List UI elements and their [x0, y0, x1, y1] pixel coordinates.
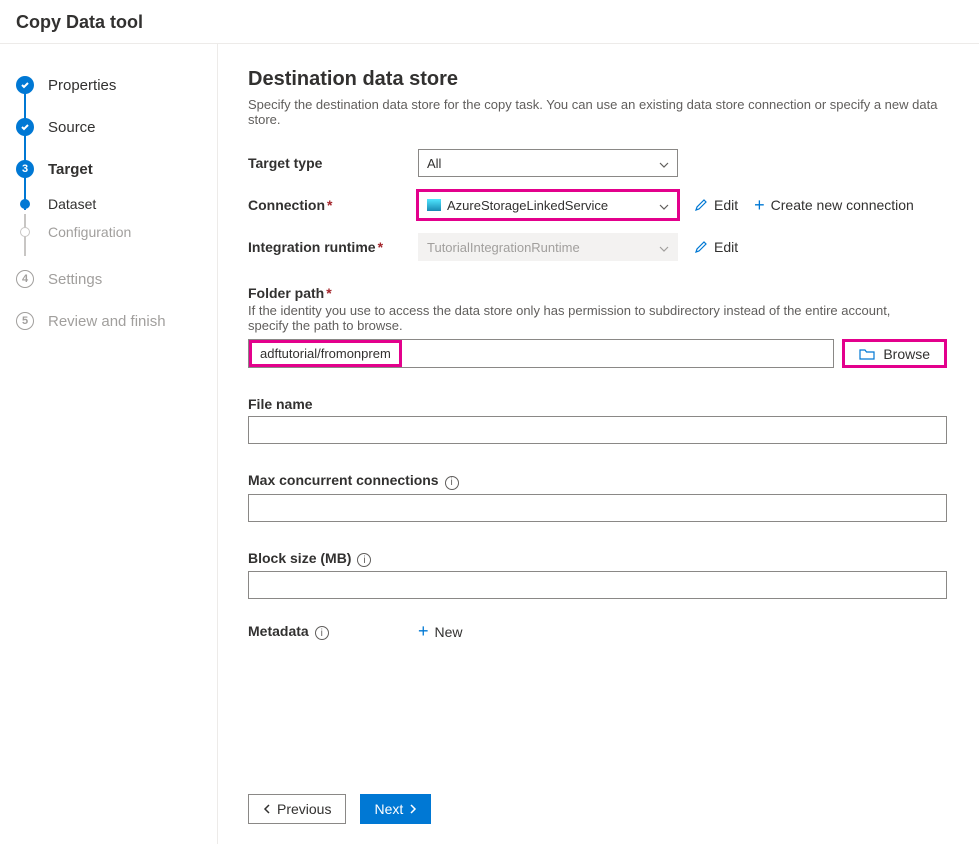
runtime-dropdown[interactable]: TutorialIntegrationRuntime — [418, 233, 678, 261]
chevron-right-icon — [409, 804, 417, 814]
step-settings[interactable]: 4 Settings — [0, 258, 217, 300]
dropdown-value: TutorialIntegrationRuntime — [427, 240, 580, 255]
link-text: Edit — [714, 239, 738, 255]
step-label: Review and finish — [48, 313, 166, 330]
page-subtitle: Specify the destination data store for t… — [248, 97, 947, 127]
storage-icon — [427, 199, 441, 211]
step-number-icon: 5 — [16, 312, 34, 330]
previous-button[interactable]: Previous — [248, 794, 346, 824]
step-review[interactable]: 5 Review and finish — [0, 300, 217, 342]
link-text: Edit — [714, 197, 738, 213]
edit-connection-button[interactable]: Edit — [694, 197, 738, 213]
chevron-down-icon — [659, 198, 669, 213]
connection-label: Connection* — [248, 197, 418, 213]
link-text: New — [435, 624, 463, 640]
folder-path-input[interactable]: adftutorial/fromonprem — [248, 339, 834, 368]
step-number-icon: 3 — [16, 160, 34, 178]
dropdown-value: All — [427, 156, 441, 171]
step-target[interactable]: 3 Target — [0, 148, 217, 190]
new-metadata-button[interactable]: + New — [418, 621, 463, 642]
step-properties[interactable]: Properties — [0, 64, 217, 106]
step-label: Source — [48, 119, 96, 136]
block-size-input[interactable] — [248, 571, 947, 599]
folder-path-value: adftutorial/fromonprem — [249, 340, 402, 367]
wizard-sidebar: Properties Source 3 Target Dataset Confi… — [0, 44, 218, 844]
check-icon — [16, 76, 34, 94]
info-icon[interactable]: i — [315, 626, 329, 640]
step-label: Target — [48, 161, 93, 178]
check-icon — [16, 118, 34, 136]
page-title: Destination data store — [248, 68, 947, 91]
metadata-label: Metadatai — [248, 623, 418, 641]
step-label: Properties — [48, 77, 116, 94]
info-icon[interactable]: i — [445, 476, 459, 490]
target-type-dropdown[interactable]: All — [418, 149, 678, 177]
main-panel: Destination data store Specify the desti… — [218, 44, 979, 844]
step-dataset[interactable]: Dataset — [0, 190, 217, 218]
substep-dot-icon — [20, 227, 30, 237]
pencil-icon — [694, 198, 708, 212]
create-connection-button[interactable]: + Create new connection — [754, 195, 914, 216]
link-text: Create new connection — [771, 197, 914, 213]
pencil-icon — [694, 240, 708, 254]
folder-icon — [859, 347, 875, 361]
block-size-label: Block size (MB)i — [248, 550, 947, 568]
substep-dot-icon — [20, 199, 30, 209]
file-name-label: File name — [248, 396, 947, 412]
connection-dropdown[interactable]: AzureStorageLinkedService — [418, 191, 678, 219]
next-button[interactable]: Next — [360, 794, 431, 824]
edit-runtime-button[interactable]: Edit — [694, 239, 738, 255]
step-number-icon: 4 — [16, 270, 34, 288]
step-label: Configuration — [48, 224, 131, 240]
step-label: Dataset — [48, 196, 96, 212]
chevron-down-icon — [659, 240, 669, 255]
file-name-input[interactable] — [248, 416, 947, 444]
max-conn-input[interactable] — [248, 494, 947, 522]
plus-icon: + — [418, 621, 429, 642]
step-configuration[interactable]: Configuration — [0, 218, 217, 258]
info-icon[interactable]: i — [357, 553, 371, 567]
folder-path-help: If the identity you use to access the da… — [248, 303, 908, 333]
runtime-label: Integration runtime* — [248, 239, 418, 255]
button-text: Next — [374, 801, 403, 817]
folder-path-label: Folder path* — [248, 285, 947, 301]
step-source[interactable]: Source — [0, 106, 217, 148]
browse-button[interactable]: Browse — [842, 339, 947, 368]
chevron-left-icon — [263, 804, 271, 814]
dropdown-value: AzureStorageLinkedService — [447, 198, 608, 213]
button-text: Previous — [277, 801, 331, 817]
tool-title: Copy Data tool — [0, 0, 979, 43]
step-label: Settings — [48, 271, 102, 288]
plus-icon: + — [754, 195, 765, 216]
max-conn-label: Max concurrent connectionsi — [248, 472, 947, 490]
button-text: Browse — [883, 346, 930, 362]
target-type-label: Target type — [248, 155, 418, 171]
chevron-down-icon — [659, 156, 669, 171]
